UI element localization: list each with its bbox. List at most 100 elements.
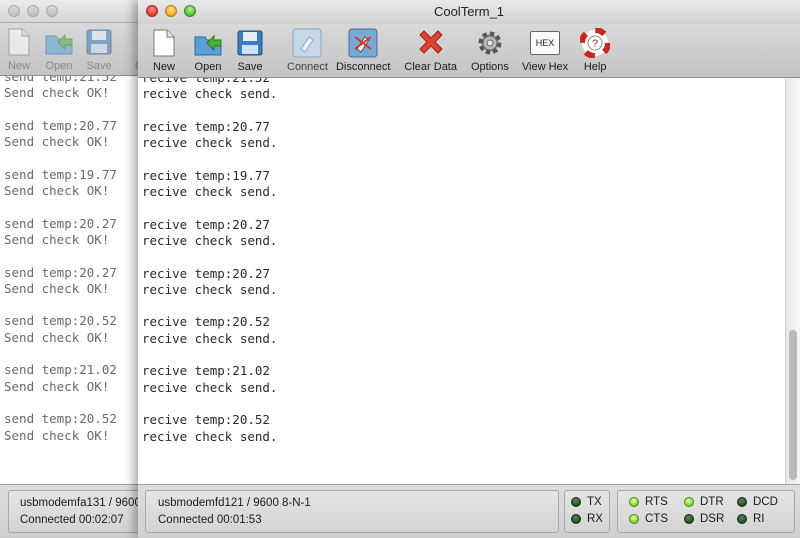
terminal-line: recive check send. xyxy=(142,135,278,151)
open-label: Open xyxy=(194,61,222,73)
rts-indicator: RTS xyxy=(629,496,668,508)
terminal-line: recive check send. xyxy=(142,86,278,102)
back-port-text: usbmodemfa131 / 9600 xyxy=(20,497,140,509)
txrx-panel: TX RX xyxy=(564,490,610,533)
help-label: Help xyxy=(583,61,607,73)
back-terminal-line xyxy=(4,395,140,411)
back-terminal-line: Send check OK! xyxy=(4,378,110,394)
save-button[interactable]: Save xyxy=(235,24,265,76)
help-button[interactable]: ? Help xyxy=(580,24,611,76)
rts-label: RTS xyxy=(645,496,668,508)
back-terminal-line: Send check OK! xyxy=(4,134,110,150)
back-open-label: Open xyxy=(45,60,73,72)
back-terminal-line: send temp:20.77 xyxy=(4,117,117,133)
terminal-line: recive temp:20.52 xyxy=(142,314,270,330)
close-button[interactable] xyxy=(8,5,20,17)
ri-led-icon xyxy=(737,514,747,524)
dsr-indicator: DSR xyxy=(684,513,724,525)
front-statusbar: usbmodemfd121 / 9600 8-N-1 Connected 00:… xyxy=(138,484,800,538)
back-terminal-line xyxy=(4,248,140,264)
terminal-line: recive check send. xyxy=(142,428,278,444)
port-text: usbmodemfd121 / 9600 8-N-1 xyxy=(158,497,311,509)
dcd-led-icon xyxy=(737,497,747,507)
open-folder-icon xyxy=(193,28,223,58)
back-new-label: New xyxy=(7,60,30,72)
ri-label: RI xyxy=(753,513,765,525)
back-terminal-line: send temp:19.77 xyxy=(4,166,117,182)
hex-icon: HEX xyxy=(530,28,561,58)
new-document-icon xyxy=(149,28,179,58)
tx-indicator: TX xyxy=(571,496,602,508)
back-port-status: usbmodemfa131 / 9600 Connected 00:02:07 xyxy=(8,490,140,533)
dcd-label: DCD xyxy=(753,496,778,508)
zoom-button[interactable] xyxy=(46,5,58,17)
save-disk-icon xyxy=(235,28,265,58)
disconnect-button[interactable]: Disconnect xyxy=(336,24,390,76)
hex-badge: HEX xyxy=(530,31,561,55)
back-open-button[interactable]: Open xyxy=(44,23,74,75)
clear-data-icon xyxy=(416,28,446,58)
scrollbar-thumb[interactable] xyxy=(789,330,797,480)
dtr-led-icon xyxy=(684,497,694,507)
back-terminal-output[interactable]: send temp:21.52 Send check OK! send temp:2… xyxy=(0,76,140,484)
open-folder-icon xyxy=(44,27,74,57)
back-terminal-line: Send check OK! xyxy=(4,231,110,247)
main-toolbar: New Open Save Connect Disconnect Clear D… xyxy=(138,24,800,78)
options-button[interactable]: Options xyxy=(471,24,509,76)
vertical-scrollbar[interactable] xyxy=(785,78,800,484)
back-terminal-line: send temp:20.52 xyxy=(4,411,117,427)
connect-label: Connect xyxy=(287,61,328,73)
back-terminal-line xyxy=(4,150,140,166)
back-terminal-line: Send check OK! xyxy=(4,183,110,199)
rx-indicator: RX xyxy=(571,513,603,525)
terminal-line: recive temp:19.77 xyxy=(142,167,270,183)
back-window[interactable]: New Open Save C send temp:21.52 Send chec… xyxy=(0,0,140,537)
front-window[interactable]: CoolTerm_1 New Open Save Connect Disconn… xyxy=(138,0,800,538)
save-disk-icon xyxy=(84,27,114,57)
terminal-line: recive check send. xyxy=(142,330,278,346)
tx-label: TX xyxy=(587,496,602,508)
back-terminal-line xyxy=(4,297,140,313)
back-terminal-line: send temp:21.02 xyxy=(4,362,117,378)
back-new-button[interactable]: New xyxy=(4,23,34,75)
view-hex-button[interactable]: HEX View Hex xyxy=(522,24,568,76)
connect-button[interactable]: Connect xyxy=(287,24,328,76)
front-titlebar[interactable]: CoolTerm_1 xyxy=(138,0,800,24)
new-button[interactable]: New xyxy=(149,24,179,76)
disconnect-icon xyxy=(348,28,378,58)
connected-text: Connected 00:01:53 xyxy=(158,514,262,526)
back-titlebar[interactable] xyxy=(0,0,140,23)
clear-data-button[interactable]: Clear Data xyxy=(404,24,457,76)
terminal-line: recive check send. xyxy=(142,232,278,248)
back-terminal-line xyxy=(4,102,140,118)
open-button[interactable]: Open xyxy=(193,24,223,76)
back-toolbar: New Open Save C xyxy=(0,23,140,76)
back-terminal-line: send temp:20.27 xyxy=(4,215,117,231)
back-terminal-line: Send check OK! xyxy=(4,280,110,296)
gear-icon xyxy=(475,28,505,58)
minimize-button[interactable] xyxy=(27,5,39,17)
terminal-line: recive check send. xyxy=(142,184,278,200)
terminal-line: recive temp:20.52 xyxy=(142,412,270,428)
back-save-button[interactable]: Save xyxy=(84,23,114,75)
terminal-line: recive check send. xyxy=(142,281,278,297)
options-label: Options xyxy=(470,61,509,73)
terminal-line: recive temp:20.27 xyxy=(142,216,270,232)
terminal-output[interactable]: recive temp:21.52recive check send.reciv… xyxy=(138,78,785,484)
rts-led-icon xyxy=(629,497,639,507)
back-statusbar: usbmodemfa131 / 9600 Connected 00:02:07 xyxy=(0,484,140,537)
back-terminal-line: send temp:20.27 xyxy=(4,264,117,280)
dsr-label: DSR xyxy=(700,513,725,525)
terminal-line: recive temp:20.77 xyxy=(142,118,270,134)
save-label: Save xyxy=(237,61,263,73)
terminal-line: recive check send. xyxy=(142,379,278,395)
window-title: CoolTerm_1 xyxy=(433,4,505,19)
back-terminal-line xyxy=(4,199,140,215)
dtr-label: DTR xyxy=(700,496,724,508)
clear-data-label: Clear Data xyxy=(404,61,457,73)
line-signals-panel: RTS CTS DTR DSR DCD RI xyxy=(617,490,795,533)
back-terminal-line: send temp:21.52 xyxy=(4,76,117,84)
cts-label: CTS xyxy=(645,513,668,525)
